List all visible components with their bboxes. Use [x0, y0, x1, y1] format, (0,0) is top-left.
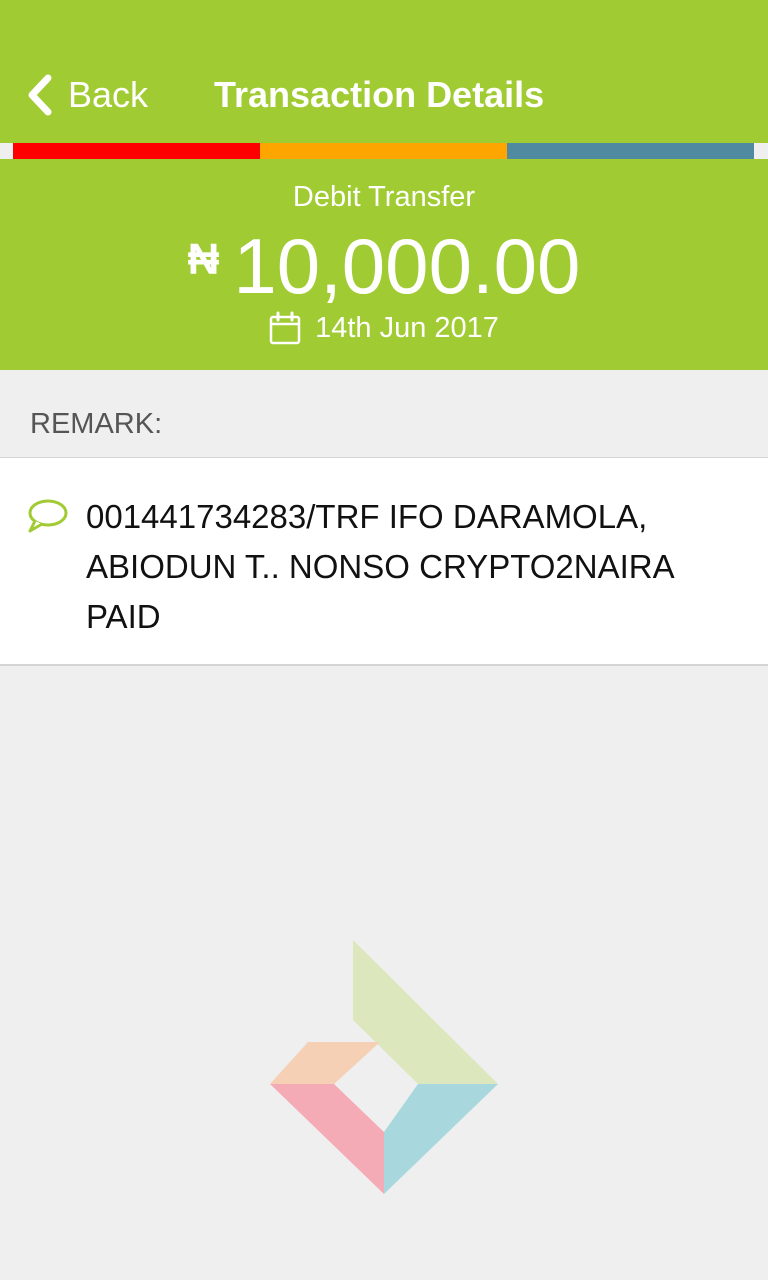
- transaction-type: Debit Transfer: [292, 181, 476, 213]
- currency-symbol: ₦: [187, 235, 220, 284]
- brand-logo: [270, 940, 498, 1194]
- back-label: Back: [68, 74, 149, 115]
- remark-label: REMARK:: [30, 408, 163, 440]
- date-row: 14th Jun 2017: [0, 311, 768, 345]
- color-stripe-blue: [507, 143, 754, 159]
- transaction-date: 14th Jun 2017: [315, 311, 499, 344]
- transaction-summary: Debit Transfer ₦ 10,000.00 14th Jun 2017: [0, 159, 768, 370]
- calendar-icon: [269, 311, 301, 345]
- color-stripe-red: [13, 143, 260, 159]
- color-stripe-orange: [260, 143, 507, 159]
- back-button[interactable]: Back: [22, 72, 148, 118]
- remark-text: 001441734283/TRF IFO DARAMOLA, ABIODUN T…: [86, 498, 673, 635]
- speech-bubble-icon: [28, 499, 68, 533]
- remark-box: 001441734283/TRF IFO DARAMOLA, ABIODUN T…: [0, 457, 768, 666]
- chevron-left-icon: [28, 74, 52, 116]
- page-title: Transaction Details: [214, 74, 545, 115]
- transaction-amount: 10,000.00: [233, 222, 581, 310]
- amount-row: ₦ 10,000.00: [0, 221, 768, 311]
- app-header: Back Transaction Details: [0, 0, 768, 143]
